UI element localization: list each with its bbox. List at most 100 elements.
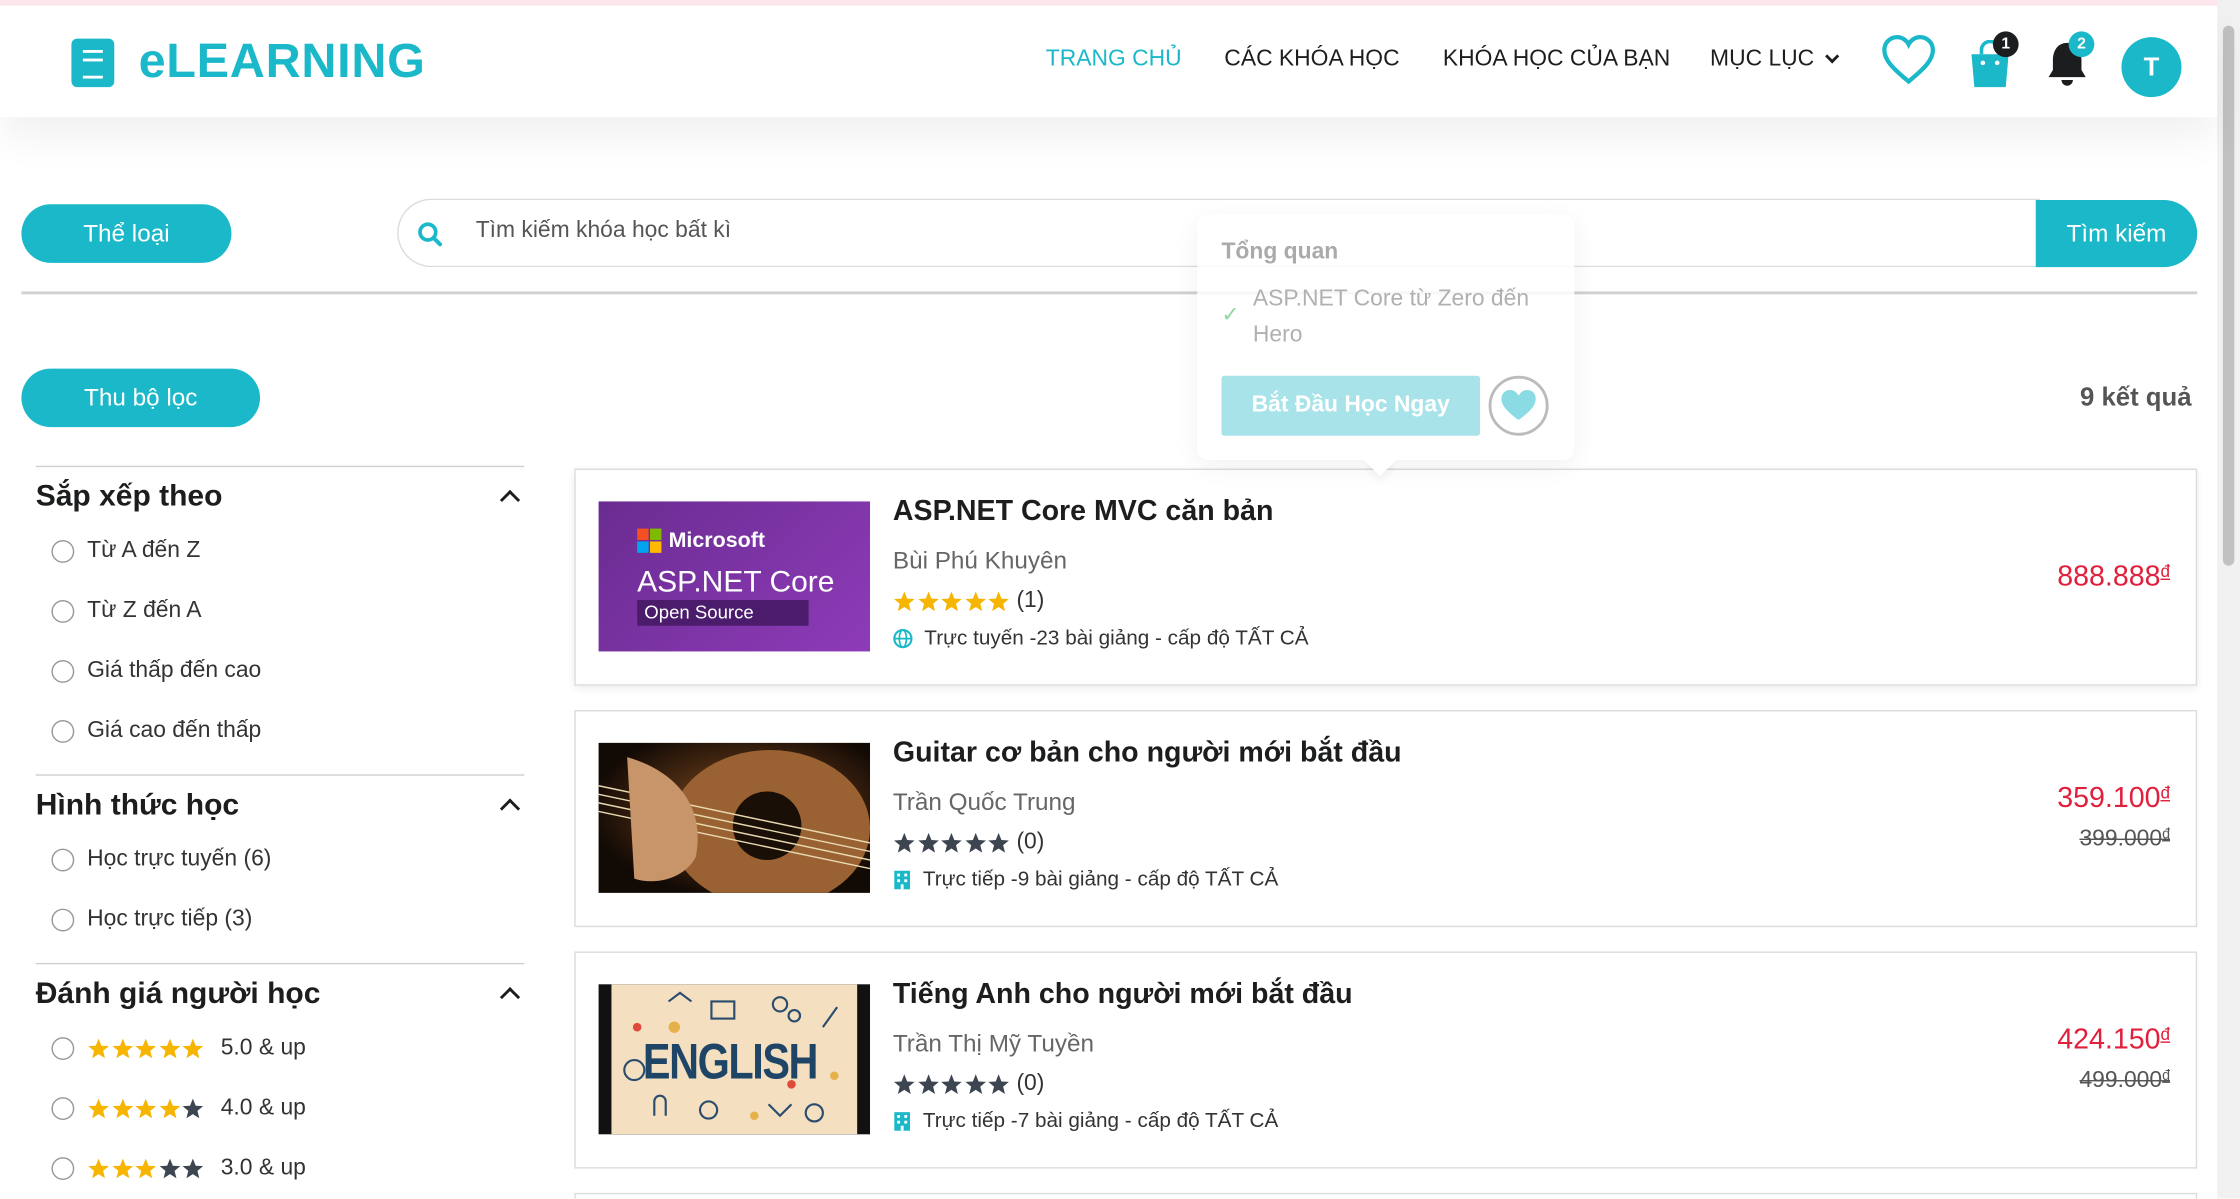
- search-button[interactable]: Tìm kiếm: [2035, 200, 2198, 268]
- notification-count-badge: 2: [2068, 31, 2095, 58]
- radio-button[interactable]: [51, 540, 75, 563]
- star-icon: [135, 1098, 157, 1119]
- nav-catalog[interactable]: MỤC LỤC: [1710, 47, 1840, 73]
- meta-text: Trực tiếp -7 bài giảng - cấp độ TẤT CẢ: [922, 1110, 1279, 1133]
- course-thumbnail[interactable]: [598, 742, 871, 893]
- brand-name: eLEARNING: [138, 34, 426, 89]
- course-card[interactable]: Guitar cơ bản cho người mới bắt đầu Trần…: [574, 710, 2198, 928]
- option-label: Từ Z đến A: [87, 598, 202, 623]
- wishlist-button[interactable]: [1488, 375, 1549, 436]
- course-price: 359.100đ: [2057, 783, 2170, 816]
- divider: [21, 291, 2198, 295]
- option-label: Giá thấp đến cao: [87, 658, 262, 683]
- star-icon: [159, 1158, 180, 1179]
- star-icon: [88, 1038, 109, 1059]
- course-card-partial: [574, 1192, 2198, 1199]
- star-icon: [941, 832, 962, 853]
- course-thumbnail[interactable]: ENGLISH: [598, 984, 871, 1135]
- currency-symbol: đ: [2162, 827, 2171, 843]
- radio-button[interactable]: [51, 720, 75, 743]
- english-doodle: ENGLISH: [611, 984, 858, 1135]
- results-count: 9 kết quả: [2080, 382, 2192, 412]
- brand-logo[interactable]: eLEARNING: [71, 34, 425, 90]
- option-label: 3.0 & up: [220, 1155, 306, 1181]
- star-icon: [917, 832, 939, 853]
- page-scrollbar[interactable]: [2217, 0, 2240, 1199]
- radio-button[interactable]: [51, 1097, 75, 1121]
- course-meta: Trực tiếp -9 bài giảng - cấp độ TẤT CẢ: [893, 868, 1279, 892]
- star-icon: [988, 1074, 1009, 1095]
- scrollbar-thumb[interactable]: [2222, 25, 2235, 566]
- radio-button[interactable]: [51, 908, 75, 932]
- globe-icon: [893, 628, 913, 649]
- currency-symbol: đ: [2162, 1068, 2171, 1085]
- start-learning-button[interactable]: Bắt Đầu Học Ngay: [1221, 375, 1481, 436]
- heart-icon[interactable]: [1881, 34, 1936, 85]
- course-title[interactable]: ASP.NET Core MVC căn bản: [893, 496, 1274, 529]
- radio-button[interactable]: [51, 1037, 75, 1061]
- course-card[interactable]: Microsoft ASP.NET Core Open Source ASP.N…: [574, 468, 2198, 686]
- old-price-value: 499.000: [2079, 1068, 2163, 1093]
- course-price: 424.150đ: [2057, 1024, 2170, 1057]
- chevron-down-icon: [1824, 49, 1840, 64]
- nav-my-courses[interactable]: KHÓA HỌC CỦA BẠN: [1443, 47, 1670, 73]
- mode-option-online[interactable]: Học trực tuyến (6): [51, 847, 271, 873]
- course-card[interactable]: ENGLISH Tiếng Anh cho người mới bắt đầu …: [574, 951, 2198, 1169]
- mode-option-offline[interactable]: Học trực tiếp (3): [51, 907, 252, 933]
- star-icon: [111, 1038, 133, 1059]
- popover-item: ASP.NET Core từ Zero đến Hero: [1252, 287, 1530, 348]
- rating-option-3[interactable]: 3.0 & up: [51, 1155, 306, 1182]
- radio-button[interactable]: [51, 600, 75, 623]
- old-price-value: 399.000: [2079, 827, 2163, 852]
- toggle-filter-button[interactable]: Thu bộ lọc: [21, 368, 261, 428]
- course-author: Trần Thị Mỹ Tuyền: [892, 1030, 1094, 1058]
- popover-title: Tổng quan: [1221, 240, 1339, 265]
- star-icon: [111, 1158, 133, 1179]
- radio-button[interactable]: [51, 660, 75, 683]
- course-title[interactable]: Guitar cơ bản cho người mới bắt đầu: [893, 737, 1402, 770]
- avatar[interactable]: T: [2121, 37, 2182, 98]
- nav-courses[interactable]: CÁC KHÓA HỌC: [1224, 47, 1399, 73]
- nav-home[interactable]: TRANG CHỦ: [1046, 47, 1182, 73]
- sort-option-price-desc[interactable]: Giá cao đến thấp: [51, 719, 261, 745]
- option-label: 5.0 & up: [220, 1035, 306, 1061]
- building-icon: [894, 1112, 911, 1131]
- radio-button[interactable]: [51, 1157, 75, 1181]
- sort-option-price-asc[interactable]: Giá thấp đến cao: [51, 659, 261, 685]
- star-icon: [182, 1098, 204, 1119]
- course-thumbnail[interactable]: Microsoft ASP.NET Core Open Source: [598, 501, 871, 652]
- star-icon: [88, 1098, 109, 1119]
- course-meta: Trực tiếp -7 bài giảng - cấp độ TẤT CẢ: [893, 1110, 1278, 1133]
- heart-icon: [1501, 390, 1536, 421]
- chevron-up-icon[interactable]: [499, 489, 521, 511]
- star-icon: [964, 1074, 986, 1095]
- rating-option-5[interactable]: 5.0 & up: [51, 1035, 306, 1062]
- course-title[interactable]: Tiếng Anh cho người mới bắt đầu: [893, 979, 1353, 1012]
- mode-section-title: Hình thức học: [35, 788, 240, 822]
- course-rating: (0): [893, 1071, 1044, 1097]
- divider: [35, 465, 525, 468]
- star-icon: [964, 591, 986, 612]
- category-button[interactable]: Thể loại: [21, 204, 232, 263]
- divider: [35, 774, 525, 776]
- star-icon: [988, 591, 1009, 612]
- chevron-up-icon[interactable]: [499, 798, 521, 819]
- divider: [35, 962, 525, 965]
- star-icon: [917, 591, 939, 612]
- cart-count-badge: 1: [1992, 31, 2019, 58]
- sort-option-z-a[interactable]: Từ Z đến A: [51, 598, 202, 625]
- course-price: 888.888đ: [2057, 561, 2170, 594]
- star-rating: [893, 1073, 1011, 1096]
- meta-text: Trực tuyến -23 bài giảng - cấp độ TẤT CẢ: [924, 627, 1309, 651]
- radio-button[interactable]: [51, 848, 75, 872]
- option-label: 4.0 & up: [220, 1095, 306, 1121]
- rating-option-4[interactable]: 4.0 & up: [51, 1095, 306, 1122]
- sort-option-a-z[interactable]: Từ A đến Z: [51, 539, 200, 565]
- microsoft-logo: Microsoft: [637, 528, 765, 553]
- star-rating: [87, 1157, 205, 1180]
- star-rating: [87, 1097, 205, 1120]
- chevron-up-icon[interactable]: [499, 987, 521, 1008]
- rating-count: (0): [1016, 830, 1045, 855]
- meta-text: Trực tiếp -9 bài giảng - cấp độ TẤT CẢ: [922, 868, 1279, 892]
- course-rating: (1): [893, 589, 1044, 615]
